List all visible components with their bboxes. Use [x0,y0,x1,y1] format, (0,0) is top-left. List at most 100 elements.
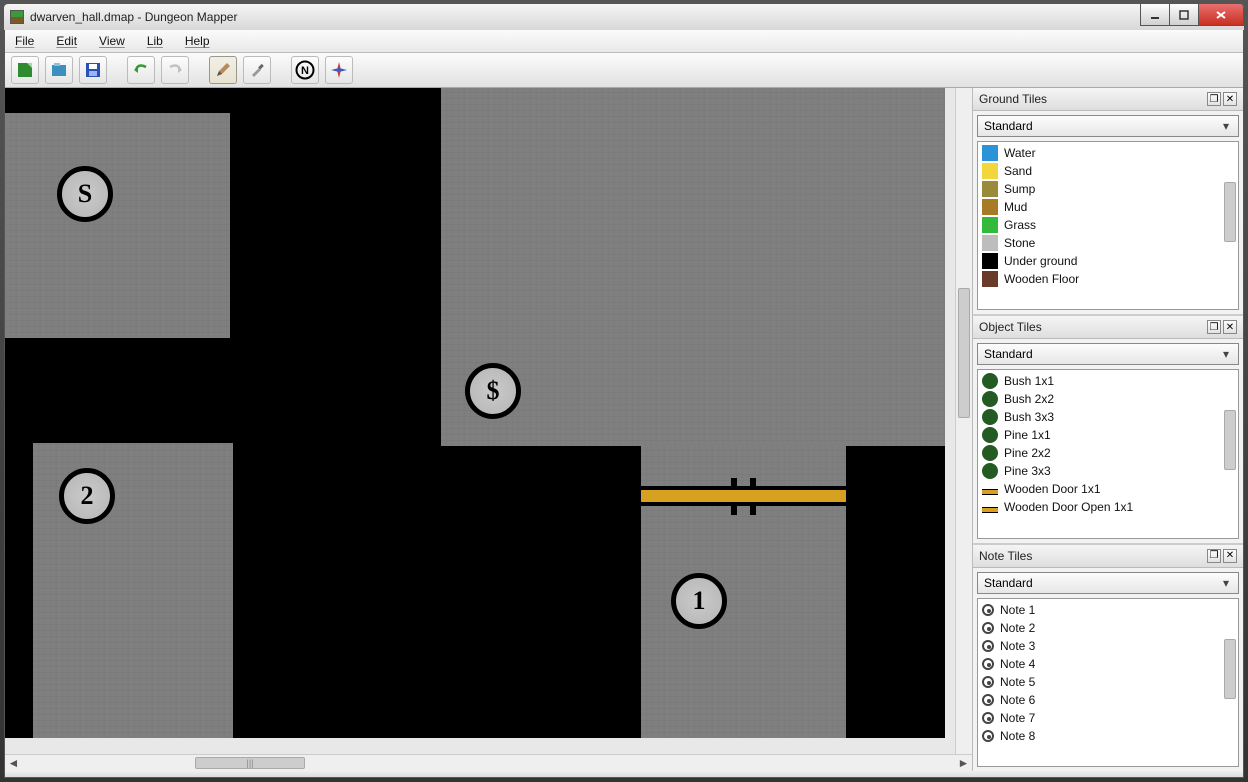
note-list[interactable]: Note 1 Note 2Note 3Note 4Note 5 Note 6 Note… [977,598,1239,767]
marker-s[interactable]: S [57,166,113,222]
list-item[interactable]: Bush 3x3 [978,408,1238,426]
panel-object-close-icon[interactable]: ✕ [1223,320,1237,334]
list-item[interactable]: Wooden Door Open 1x1 [978,498,1238,516]
list-item[interactable]: Under ground [978,252,1238,270]
marker-2[interactable]: 2 [59,468,115,524]
app-icon [10,10,24,24]
object-list[interactable]: Bush 1x1Bush 2x2 Bush 3x3 Pine 1x1 Pine 2x2… [977,369,1239,538]
menu-view[interactable]: View [95,32,129,50]
new-button[interactable] [11,56,39,84]
canvas-hscroll[interactable]: ◄ ||| ► [5,754,972,771]
list-item-label: Bush 3x3 [1004,410,1054,424]
list-item[interactable]: Note 8 [978,727,1238,745]
color-swatch [982,199,998,215]
menu-edit[interactable]: Edit [52,32,81,50]
list-item[interactable]: Note 1 [978,601,1238,619]
minimize-button[interactable] [1140,4,1170,26]
object-set-combo[interactable]: Standard ▾ [977,343,1239,365]
list-item-label: Pine 2x2 [1004,446,1051,460]
panel-ground-close-icon[interactable]: ✕ [1223,92,1237,106]
list-item-label: Water [1004,146,1036,160]
color-swatch [982,217,998,233]
list-item[interactable]: Wooden Floor [978,270,1238,288]
compass-rose-button[interactable] [325,56,353,84]
open-button[interactable] [45,56,73,84]
color-swatch [982,145,998,161]
ground-set-combo[interactable]: Standard ▾ [977,115,1239,137]
ground-list[interactable]: Water Sand Sump Mud Grass StoneUnder groundWo… [977,141,1239,310]
list-item[interactable]: Note 2 [978,619,1238,637]
maximize-button[interactable] [1169,4,1199,26]
bush-icon [982,373,998,389]
list-item-label: Pine 1x1 [1004,428,1051,442]
panel-object-float-icon[interactable]: ❐ [1207,320,1221,334]
list-item[interactable]: Sand [978,162,1238,180]
compass-n-button[interactable]: N [291,56,319,84]
scrollbar-thumb[interactable] [1224,639,1236,699]
list-item[interactable]: Water [978,144,1238,162]
list-item[interactable]: Sump [978,180,1238,198]
list-item-label: Note 1 [1000,603,1035,617]
menu-lib[interactable]: Lib [143,32,167,50]
close-button[interactable] [1198,4,1244,26]
color-swatch [982,271,998,287]
list-item[interactable]: Grass [978,216,1238,234]
undo-button[interactable] [127,56,155,84]
map-canvas[interactable]: S $ 2 1 [5,88,972,754]
list-item[interactable]: Stone [978,234,1238,252]
workspace: S $ 2 1 ◄ ||| ► Ground Tiles [5,88,1243,771]
panel-ground-float-icon[interactable]: ❐ [1207,92,1221,106]
panel-object-title: Object Tiles [979,320,1205,334]
list-item[interactable]: Mud [978,198,1238,216]
panel-note-float-icon[interactable]: ❐ [1207,549,1221,563]
bush-icon [982,463,998,479]
chevron-down-icon: ▾ [1218,576,1234,590]
list-item-label: Note 6 [1000,693,1035,707]
panel-note: Note Tiles ❐ ✕ Standard ▾ Note 1Note 2No… [973,545,1243,771]
brush-button[interactable] [209,56,237,84]
menu-file[interactable]: File [11,32,38,50]
list-item[interactable]: Note 7 [978,709,1238,727]
chevron-down-icon: ▾ [1218,347,1234,361]
panel-ground: Ground Tiles ❐ ✕ Standard ▾ WaterSandSum… [973,88,1243,316]
panel-note-close-icon[interactable]: ✕ [1223,549,1237,563]
canvas-vscroll[interactable] [955,88,972,754]
panel-note-title: Note Tiles [979,549,1205,563]
color-swatch [982,163,998,179]
list-item[interactable]: Pine 3x3 [978,462,1238,480]
redo-button[interactable] [161,56,189,84]
bush-icon [982,445,998,461]
chevron-down-icon: ▾ [1218,119,1234,133]
note-icon [982,622,994,634]
svg-text:N: N [301,65,309,77]
picker-button[interactable] [243,56,271,84]
marker-dollar[interactable]: $ [465,363,521,419]
list-item[interactable]: Note 4 [978,655,1238,673]
list-item-label: Note 7 [1000,711,1035,725]
list-item[interactable]: Wooden Door 1x1 [978,480,1238,498]
list-item[interactable]: Note 3 [978,637,1238,655]
list-item-label: Note 8 [1000,729,1035,743]
list-item[interactable]: Pine 2x2 [978,444,1238,462]
color-swatch [982,181,998,197]
note-set-combo[interactable]: Standard ▾ [977,572,1239,594]
note-icon [982,640,994,652]
list-item-label: Sump [1004,182,1035,196]
note-icon [982,694,994,706]
list-item[interactable]: Bush 1x1 [978,372,1238,390]
menu-help[interactable]: Help [181,32,214,50]
list-item[interactable]: Note 5 [978,673,1238,691]
list-item[interactable]: Note 6 [978,691,1238,709]
list-item[interactable]: Bush 2x2 [978,390,1238,408]
scrollbar-thumb[interactable] [1224,410,1236,470]
list-item[interactable]: Pine 1x1 [978,426,1238,444]
titlebar[interactable]: dwarven_hall.dmap - Dungeon Mapper [4,4,1244,30]
color-swatch [982,235,998,251]
marker-1[interactable]: 1 [671,573,727,629]
panel-object: Object Tiles ❐ ✕ Standard ▾ Bush 1x1Bush… [973,316,1243,544]
save-button[interactable] [79,56,107,84]
bush-icon [982,391,998,407]
scrollbar-thumb[interactable] [1224,182,1236,242]
canvas-wrap: S $ 2 1 ◄ ||| ► [5,88,973,771]
list-item-label: Grass [1004,218,1036,232]
